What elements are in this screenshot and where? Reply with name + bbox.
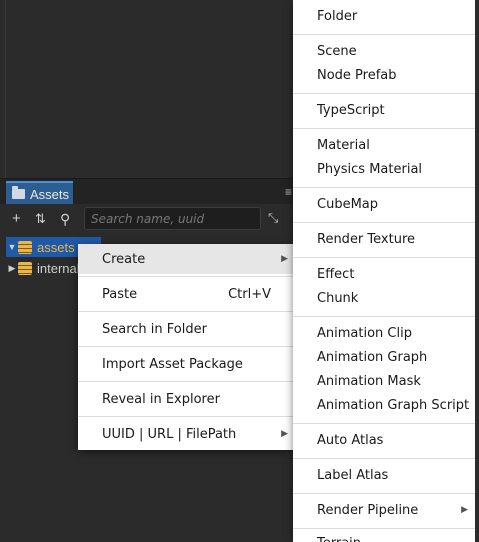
menu-separator [293,458,475,459]
menu-item-terrain[interactable]: Terrain [317,533,361,542]
context-menu: Create ▶ Paste Ctrl+V Search in Folder I… [78,244,293,450]
panel-menu-icon[interactable]: ≡ [285,185,292,199]
menu-item-physics-material[interactable]: Physics Material [317,159,422,179]
search-icon[interactable]: ⚲ [60,210,70,228]
menu-item-animation-graph[interactable]: Animation Graph [317,347,427,367]
menu-item-uuid-url-filepath[interactable]: UUID | URL | FilePath ▶ [78,419,293,449]
submenu-arrow-icon: ▶ [461,505,468,515]
menu-separator [78,311,293,312]
menu-item-render-pipeline[interactable]: Render Pipeline [317,500,418,520]
menu-item-label: Reveal in Explorer [102,391,220,407]
menu-separator [293,34,475,35]
menu-separator [78,381,293,382]
menu-item-animation-mask[interactable]: Animation Mask [317,371,421,391]
menu-item-typescript[interactable]: TypeScript [317,100,385,120]
menu-separator [78,416,293,417]
menu-separator [293,222,475,223]
menu-separator [293,187,475,188]
submenu-arrow-icon: ▶ [281,254,288,264]
menu-item-cubemap[interactable]: CubeMap [317,194,378,214]
window-edge [475,0,479,542]
menu-item-auto-atlas[interactable]: Auto Atlas [317,430,383,450]
menu-separator [293,528,475,529]
database-icon [18,261,32,275]
menu-separator [293,316,475,317]
tree-item-label: assets [37,239,75,255]
menu-separator [293,493,475,494]
tab-assets[interactable]: Assets [6,181,73,205]
menu-item-scene[interactable]: Scene [317,41,357,61]
add-icon[interactable]: + [12,210,21,228]
menu-separator [78,276,293,277]
folder-icon [12,186,25,199]
menu-item-label: UUID | URL | FilePath [102,426,237,442]
menu-item-render-texture[interactable]: Render Texture [317,229,415,249]
menu-item-folder[interactable]: Folder [317,6,357,26]
menu-item-label-atlas[interactable]: Label Atlas [317,465,388,485]
shortcut-label: Ctrl+V [228,286,271,302]
menu-item-paste[interactable]: Paste Ctrl+V [78,279,293,309]
menu-item-search-in-folder[interactable]: Search in Folder [78,314,293,344]
menu-separator [78,346,293,347]
menu-item-label: Paste [102,286,138,302]
menu-separator [293,93,475,94]
collapse-icon[interactable]: ⤡ [268,210,278,226]
editor-window: Assets ≡ + ⇅ ⚲ Search name, uuid ⤡ ▼ ass… [0,0,479,542]
menu-item-label: Import Asset Package [102,356,243,372]
expand-arrow-icon[interactable]: ▼ [6,242,18,252]
menu-item-material[interactable]: Material [317,135,370,155]
create-submenu: Folder Scene Node Prefab TypeScript Mate… [293,0,475,542]
menu-item-effect[interactable]: Effect [317,264,354,284]
collapse-arrow-icon[interactable]: ▶ [6,263,18,274]
menu-separator [293,257,475,258]
sort-icon[interactable]: ⇅ [35,210,46,228]
menu-item-label: Search in Folder [102,321,207,337]
tree-item-label: internal [37,260,80,276]
menu-item-chunk[interactable]: Chunk [317,288,358,308]
menu-item-animation-clip[interactable]: Animation Clip [317,323,412,343]
tab-label: Assets [30,186,70,202]
menu-item-create[interactable]: Create ▶ [78,244,293,274]
menu-separator [293,128,475,129]
search-input[interactable]: Search name, uuid [84,207,261,230]
menu-item-label: Create [102,251,146,267]
menu-item-node-prefab[interactable]: Node Prefab [317,65,397,85]
submenu-arrow-icon: ▶ [281,429,288,439]
divider [5,0,6,178]
menu-item-animation-graph-script[interactable]: Animation Graph Script [317,395,469,415]
database-icon [18,240,32,254]
menu-item-reveal-in-explorer[interactable]: Reveal in Explorer [78,384,293,414]
menu-separator [293,423,475,424]
menu-item-import-asset-package[interactable]: Import Asset Package [78,349,293,379]
